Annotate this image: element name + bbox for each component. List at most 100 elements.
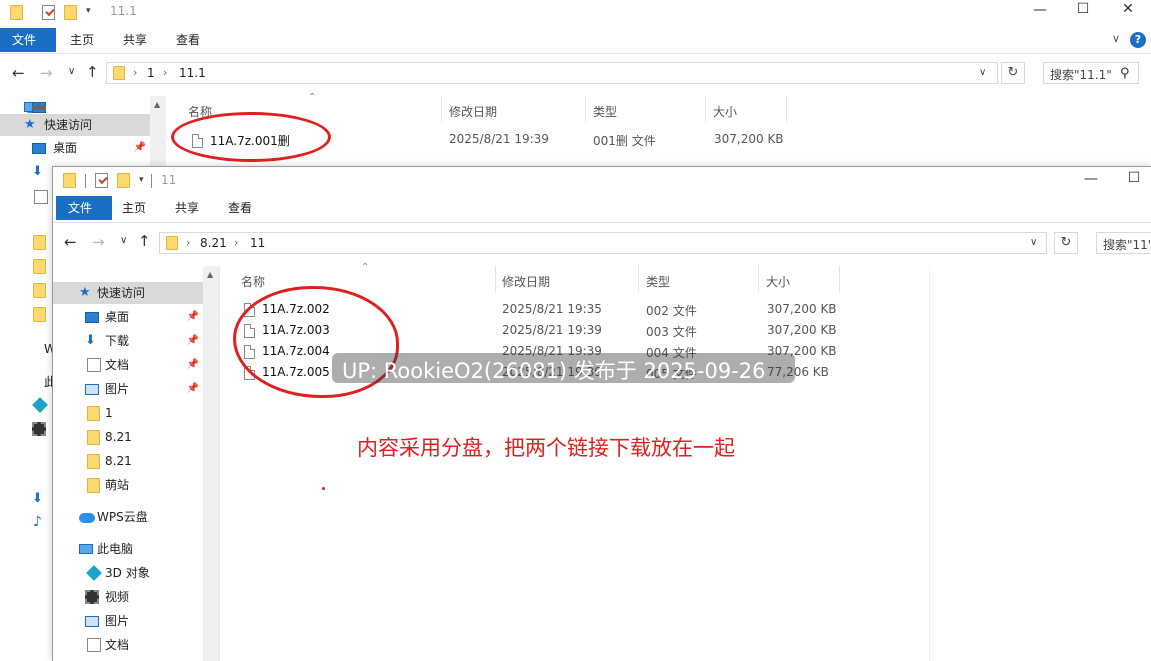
- close-button[interactable]: ✕: [1113, 1, 1143, 17]
- tab-share[interactable]: 共享: [111, 28, 159, 52]
- refresh-button[interactable]: ↻: [1054, 232, 1078, 254]
- tab-view[interactable]: 查看: [164, 28, 212, 52]
- forward-arrow-icon[interactable]: →: [92, 233, 105, 251]
- video-icon: [85, 590, 99, 604]
- back-arrow-icon[interactable]: ←: [12, 64, 25, 82]
- nav-item-pictures[interactable]: 图片 📌: [53, 378, 203, 400]
- folder-icon: [87, 430, 100, 445]
- forward-arrow-icon[interactable]: →: [40, 64, 53, 82]
- properties-icon[interactable]: [95, 173, 108, 188]
- search-input[interactable]: 搜索"11.1" ⚲: [1043, 62, 1139, 84]
- nav-item-quick-access[interactable]: ★ 快速访问: [53, 282, 203, 304]
- annotation-note: 内容采用分盘，把两个链接下载放在一起: [357, 436, 735, 460]
- tab-home[interactable]: 主页: [58, 28, 106, 52]
- cloud-icon: [79, 513, 95, 523]
- nav-item-documents[interactable]: 文档 📌: [53, 354, 203, 376]
- nav-item-folder-1[interactable]: 1: [53, 402, 203, 424]
- sort-ascending-icon: ⌃: [361, 262, 370, 273]
- address-bar[interactable]: › 8.21 › 11 ∨: [159, 232, 1047, 254]
- nav-item-documents-pc[interactable]: 文档: [53, 634, 203, 656]
- maximize-button[interactable]: ☐: [1119, 170, 1149, 186]
- minimize-button[interactable]: —: [1076, 171, 1106, 187]
- column-header-date[interactable]: 修改日期: [502, 273, 550, 290]
- refresh-button[interactable]: ↻: [1001, 62, 1025, 84]
- column-header-date[interactable]: 修改日期: [449, 103, 497, 120]
- drive-icon: [32, 105, 46, 110]
- download-icon: ⬇: [32, 164, 43, 179]
- tab-file[interactable]: 文件: [0, 28, 56, 52]
- annotation-circle: [171, 112, 331, 162]
- chevron-down-icon[interactable]: ∨: [1030, 237, 1037, 248]
- tab-share[interactable]: 共享: [163, 196, 211, 220]
- tab-file[interactable]: 文件: [56, 196, 112, 220]
- breadcrumb-segment[interactable]: 8.21: [200, 236, 227, 250]
- back-arrow-icon[interactable]: ←: [64, 233, 77, 251]
- download-icon: ⬇: [85, 333, 96, 348]
- scroll-up-icon[interactable]: ▲: [154, 100, 160, 109]
- pin-icon[interactable]: 📌: [187, 354, 199, 376]
- help-icon[interactable]: ?: [1130, 32, 1146, 48]
- breadcrumb-segment[interactable]: 11: [250, 236, 265, 250]
- desktop-icon: [32, 143, 46, 154]
- customize-toolbar-icon[interactable]: ▾: [86, 6, 91, 16]
- nav-item-mengzhan[interactable]: 萌站: [53, 474, 203, 496]
- tab-view[interactable]: 查看: [216, 196, 264, 220]
- folder-icon: [113, 66, 125, 80]
- new-folder-icon[interactable]: [117, 173, 130, 188]
- pin-icon[interactable]: 📌: [187, 378, 199, 400]
- recent-locations-icon[interactable]: ∨: [120, 235, 127, 246]
- window-title: 11.1: [110, 4, 137, 18]
- search-input[interactable]: 搜索"11": [1096, 232, 1151, 254]
- minimize-button[interactable]: —: [1025, 2, 1055, 18]
- picture-icon: [85, 616, 99, 627]
- column-header-type[interactable]: 类型: [646, 273, 670, 290]
- up-arrow-icon[interactable]: ↑: [138, 232, 151, 250]
- recent-locations-icon[interactable]: ∨: [68, 66, 75, 77]
- picture-icon: [85, 384, 99, 395]
- scroll-up-icon[interactable]: ▲: [207, 270, 213, 279]
- video-icon: [32, 422, 46, 436]
- column-header-size[interactable]: 大小: [766, 273, 790, 290]
- column-header-size[interactable]: 大小: [713, 103, 737, 120]
- breadcrumb-segment[interactable]: 11.1: [179, 66, 206, 80]
- nav-item-pictures-pc[interactable]: 图片: [53, 610, 203, 632]
- nav-scrollbar[interactable]: ▲: [203, 266, 219, 661]
- breadcrumb-segment[interactable]: 1: [147, 66, 155, 80]
- customize-toolbar-icon[interactable]: ▾: [139, 175, 144, 185]
- download-icon: ⬇: [32, 491, 43, 506]
- ribbon-tabs: 文件 主页 共享 查看: [53, 196, 1151, 222]
- front-title-bar: ▾ 11 — ☐: [53, 167, 1151, 191]
- nav-item-videos[interactable]: 视频: [53, 586, 203, 608]
- folder-icon: [166, 236, 178, 250]
- ribbon-tabs: 文件 主页 共享 查看 ∨ ?: [0, 28, 1151, 54]
- nav-item-folder-821[interactable]: 8.21: [53, 426, 203, 448]
- nav-item-downloads[interactable]: ⬇ 下载 📌: [53, 330, 203, 352]
- new-folder-icon[interactable]: [64, 5, 77, 20]
- maximize-button[interactable]: ☐: [1068, 1, 1098, 17]
- chevron-down-icon[interactable]: ∨: [1112, 32, 1120, 45]
- nav-item-quick-access[interactable]: ★ 快速访问: [0, 114, 150, 136]
- pin-icon[interactable]: 📌: [187, 306, 199, 328]
- sort-ascending-icon: ⌃: [308, 92, 317, 103]
- front-explorer-window: ▾ 11 — ☐ 文件 主页 共享 查看 ← → ∨ ↑ › 8.21 › 11…: [52, 166, 1151, 661]
- nav-item-3d-objects[interactable]: 3D 对象: [53, 562, 203, 584]
- nav-item-folder-821-b[interactable]: 8.21: [53, 450, 203, 472]
- document-icon: [87, 638, 101, 652]
- nav-item-desktop[interactable]: 桌面 📌: [0, 137, 150, 159]
- properties-icon[interactable]: [42, 5, 55, 20]
- pin-icon[interactable]: 📌: [134, 137, 146, 159]
- desktop-icon: [85, 312, 99, 323]
- column-header-name[interactable]: 名称: [241, 273, 265, 290]
- column-header-type[interactable]: 类型: [593, 103, 617, 120]
- folder-icon: [33, 259, 46, 274]
- nav-item-wps-cloud[interactable]: WPS云盘: [53, 506, 203, 528]
- nav-item-this-pc[interactable]: 此电脑: [53, 538, 203, 560]
- folder-icon: [33, 283, 46, 298]
- tab-home[interactable]: 主页: [110, 196, 158, 220]
- search-icon[interactable]: ⚲: [1120, 66, 1130, 81]
- pin-icon[interactable]: 📌: [187, 330, 199, 352]
- chevron-down-icon[interactable]: ∨: [979, 67, 986, 78]
- address-bar[interactable]: › 1 › 11.1 ∨: [106, 62, 998, 84]
- nav-item-desktop[interactable]: 桌面 📌: [53, 306, 203, 328]
- up-arrow-icon[interactable]: ↑: [86, 63, 99, 81]
